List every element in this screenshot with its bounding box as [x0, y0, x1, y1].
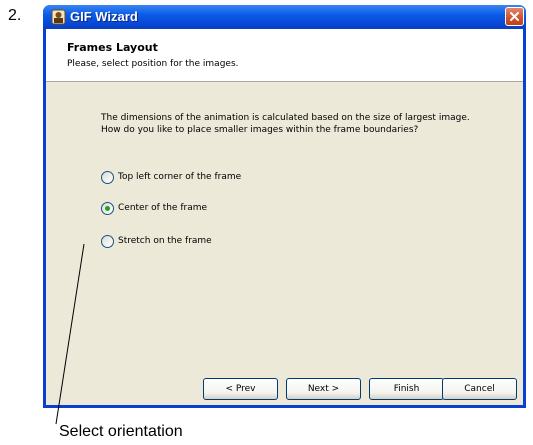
gif-wizard-icon: [51, 9, 66, 25]
description-line-1: The dimensions of the animation is calcu…: [101, 113, 470, 123]
description-line-2: How do you like to place smaller images …: [101, 125, 419, 135]
wizard-window: GIF Wizard Frames Layout Please, select …: [43, 5, 526, 408]
window-title: GIF Wizard: [70, 9, 138, 24]
description-text: The dimensions of the animation is calcu…: [101, 112, 521, 136]
finish-button[interactable]: Finish: [369, 378, 444, 400]
step-number: 2.: [8, 7, 22, 24]
cancel-button[interactable]: Cancel: [442, 378, 517, 400]
title-bar[interactable]: GIF Wizard: [43, 5, 526, 29]
close-icon: [510, 12, 519, 21]
radio-selected-dot: [105, 206, 110, 211]
radio-button-selected[interactable]: [101, 202, 114, 215]
prev-button[interactable]: < Prev: [203, 378, 278, 400]
page-subtitle: Please, select position for the images.: [67, 59, 239, 69]
radio-button[interactable]: [101, 171, 114, 184]
next-button[interactable]: Next >: [286, 378, 361, 400]
wizard-header: Frames Layout Please, select position fo…: [46, 29, 523, 82]
option-label: Top left corner of the frame: [118, 172, 242, 182]
option-label: Center of the frame: [118, 203, 208, 213]
option-label: Stretch on the frame: [118, 236, 212, 246]
annotation-text: Select orientation: [59, 423, 183, 440]
radio-button[interactable]: [101, 235, 114, 248]
close-button[interactable]: [505, 7, 524, 26]
dialog-client-area: Frames Layout Please, select position fo…: [46, 29, 523, 405]
page-title: Frames Layout: [67, 41, 158, 54]
